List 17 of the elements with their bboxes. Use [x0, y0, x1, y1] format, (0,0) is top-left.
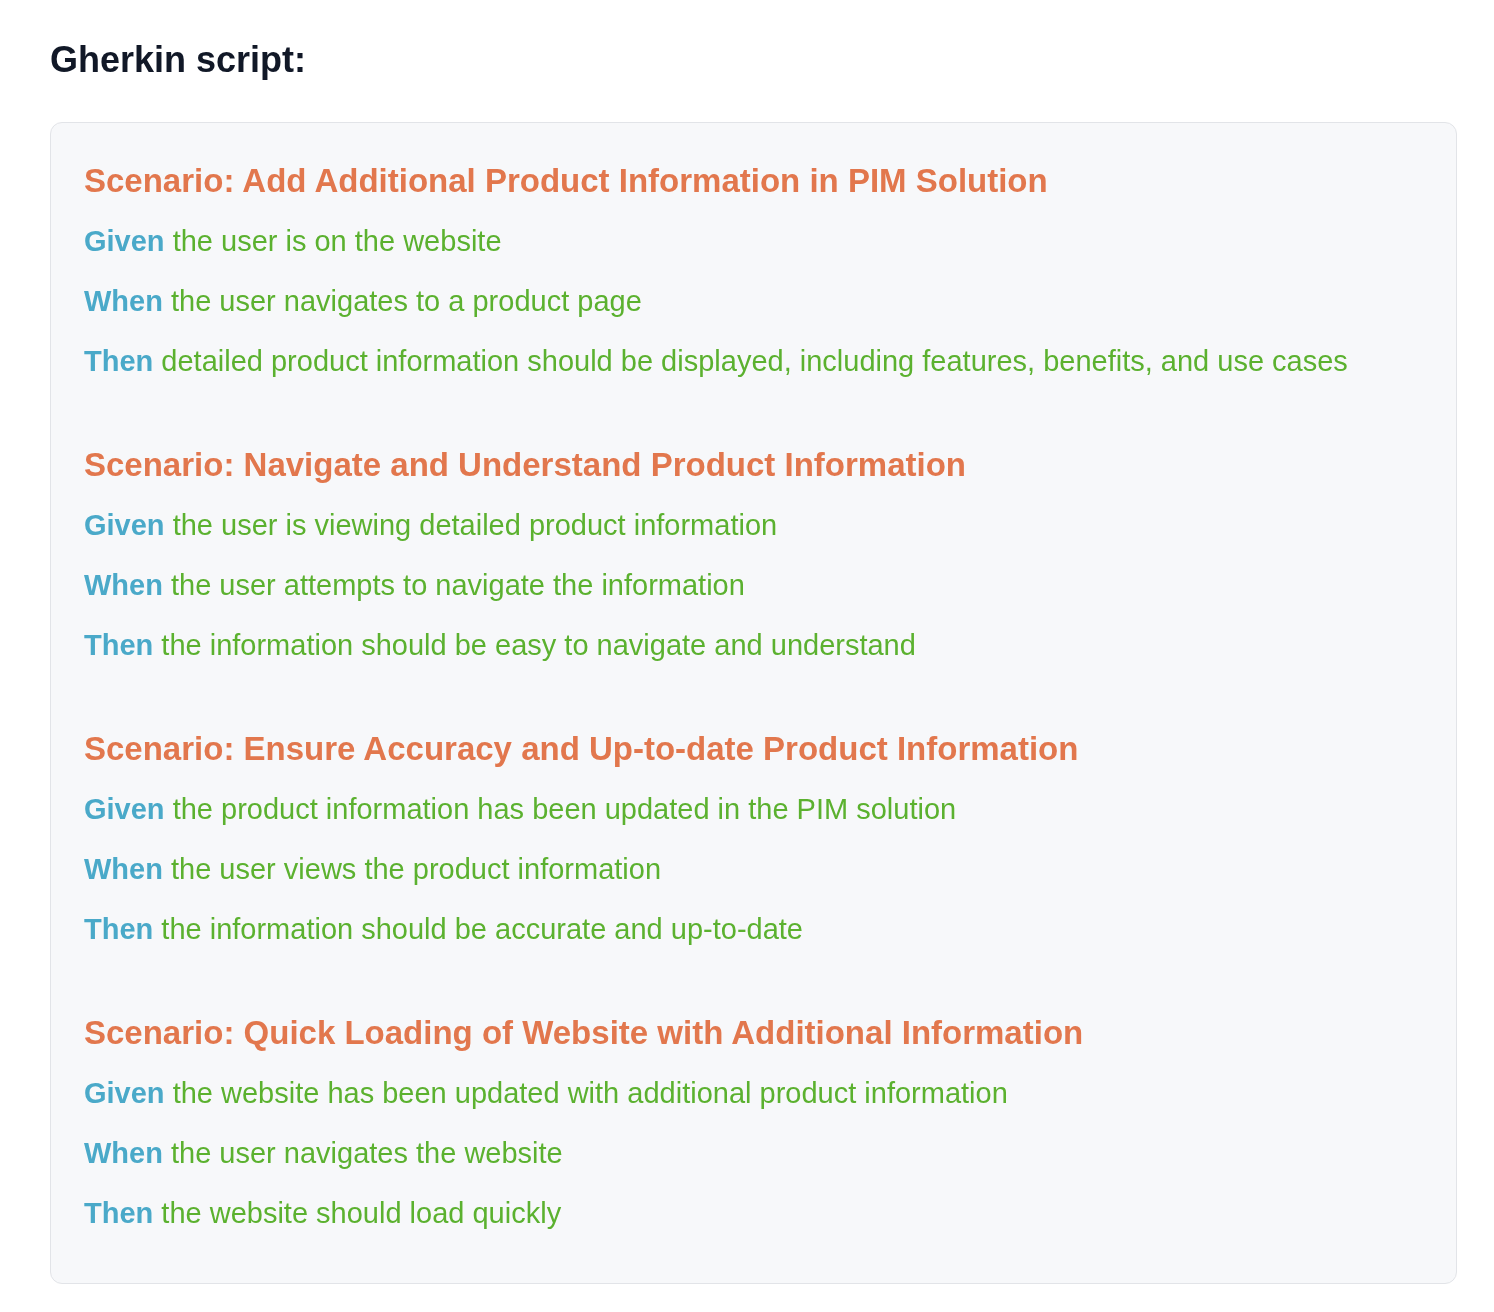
- scenario-title: Scenario: Quick Loading of Website with Additional Information: [84, 1013, 1084, 1053]
- step-text: When the user views the product information: [84, 852, 663, 887]
- step-text: Given the user is viewing detailed product information: [84, 508, 779, 543]
- step-text: Then the website should load quickly: [84, 1196, 563, 1231]
- step-text: Given the product information has been updated in the PIM solution: [84, 792, 958, 827]
- scenario-title: Scenario: Add Additional Product Information in PIM Solution: [84, 161, 1048, 201]
- step-text: When the user navigates the website: [84, 1136, 564, 1171]
- step-text: Then the information should be accurate and up-to-date: [84, 912, 804, 947]
- step-text: Given the website has been updated with additional product information: [84, 1076, 1009, 1111]
- step-text: Given the user is on the website: [84, 224, 503, 259]
- step-text: Then the information should be easy to navigate and understand: [84, 628, 917, 663]
- section-heading: Gherkin script:: [50, 38, 307, 82]
- step-text: Then detailed product information should be displayed, including features, benefits, and use cases: [84, 344, 1349, 379]
- scenario-title: Scenario: Navigate and Understand Product Information: [84, 445, 966, 485]
- scenario-title: Scenario: Ensure Accuracy and Up-to-date Product Information: [84, 729, 1079, 769]
- step-text: When the user attempts to navigate the information: [84, 568, 746, 603]
- step-text: When the user navigates to a product page: [84, 284, 643, 319]
